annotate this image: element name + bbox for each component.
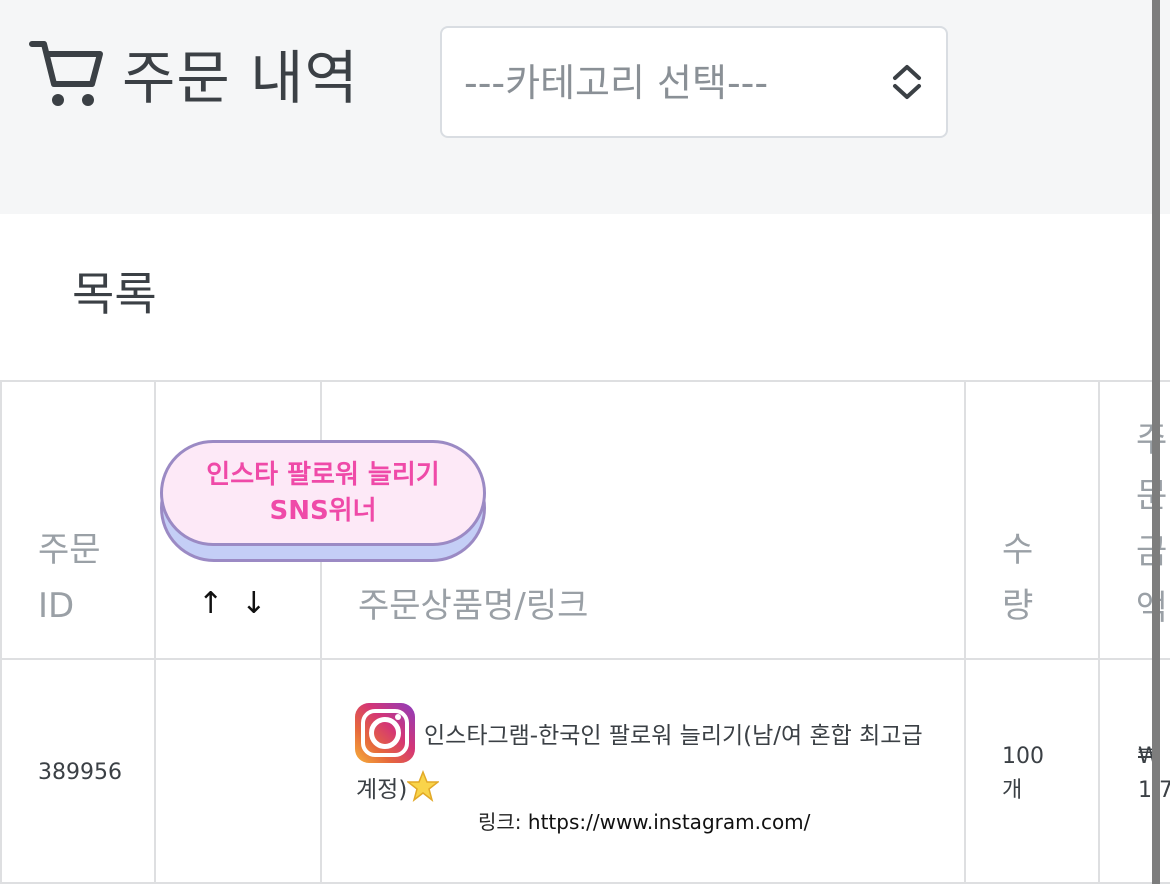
product-name-line1: 인스타그램-한국인 팔로워 늘리기(남/여 혼합 최고급: [424, 723, 923, 749]
cart-icon: [29, 41, 103, 106]
instagram-icon: [355, 703, 415, 763]
link-url[interactable]: https://www.instagram.com/: [528, 810, 811, 834]
header: 주문 내역 ---카테고리 선택---: [0, 0, 1170, 214]
badge-body: 인스타 팔로워 늘리기 SNS위너: [160, 440, 486, 546]
order-history-page: 주문 내역 ---카테고리 선택--- 목록 주문 ID 주문상품명/링크 수 …: [0, 0, 1170, 884]
link-label: 링크:: [478, 810, 522, 834]
list-title: 목록: [72, 267, 157, 321]
product-link[interactable]: 링크: https://www.instagram.com/: [478, 808, 810, 836]
category-select[interactable]: ---카테고리 선택---: [440, 26, 948, 138]
table-border: [154, 382, 156, 884]
table-border: [1098, 382, 1100, 884]
header-order-id[interactable]: 주문 ID: [38, 522, 101, 634]
sort-arrows[interactable]: ↑↓: [198, 586, 284, 621]
promo-badge[interactable]: 인스타 팔로워 늘리기 SNS위너: [160, 440, 486, 562]
chevron-up-down-icon: [893, 65, 921, 99]
page-title: 주문 내역: [122, 44, 359, 112]
quantity-cell: 100 개: [1002, 744, 1044, 803]
category-select-placeholder: ---카테고리 선택---: [464, 61, 769, 105]
product-name-line2: 계정): [356, 777, 408, 803]
header-quantity[interactable]: 수 량: [1002, 522, 1033, 634]
star-icon: [407, 770, 439, 802]
table-border: [964, 382, 966, 884]
scrollbar[interactable]: [1152, 0, 1160, 884]
table-border: [0, 382, 2, 884]
order-id-cell: 389956: [38, 760, 122, 785]
row-divider: [0, 658, 1170, 660]
header-product[interactable]: 주문상품명/링크: [358, 578, 588, 634]
